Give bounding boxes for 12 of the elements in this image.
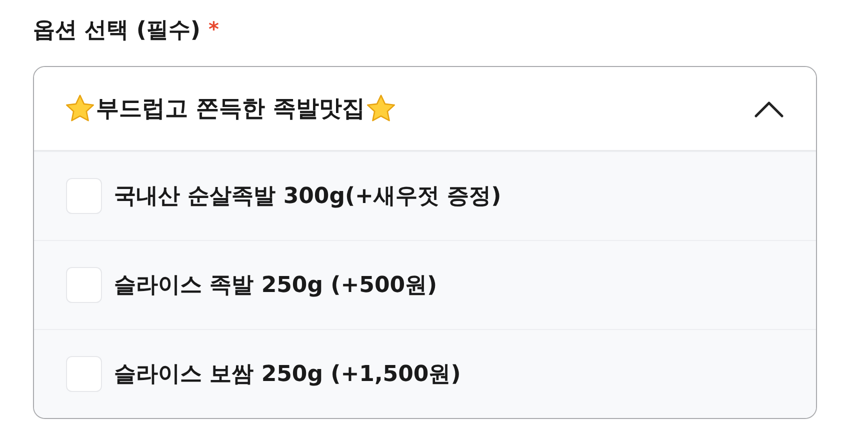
option-label: 슬라이스 족발 250g (+500원) [114, 272, 438, 300]
field-label: 옵션 선택 (필수) [33, 17, 200, 45]
option-label: 국내산 순살족발 300g(+새우젓 증정) [114, 183, 502, 211]
checkbox[interactable] [66, 267, 102, 303]
checkbox[interactable] [66, 356, 102, 392]
chevron-up-icon [754, 100, 784, 118]
checkbox[interactable] [66, 178, 102, 214]
star-icon [365, 92, 398, 124]
dropdown-header[interactable]: 부드럽고 쫀득한 족발맛집 [34, 67, 816, 151]
star-icon [64, 92, 96, 124]
required-mark: * [208, 16, 219, 42]
option-label: 슬라이스 보쌈 250g (+1,500원) [114, 361, 461, 389]
